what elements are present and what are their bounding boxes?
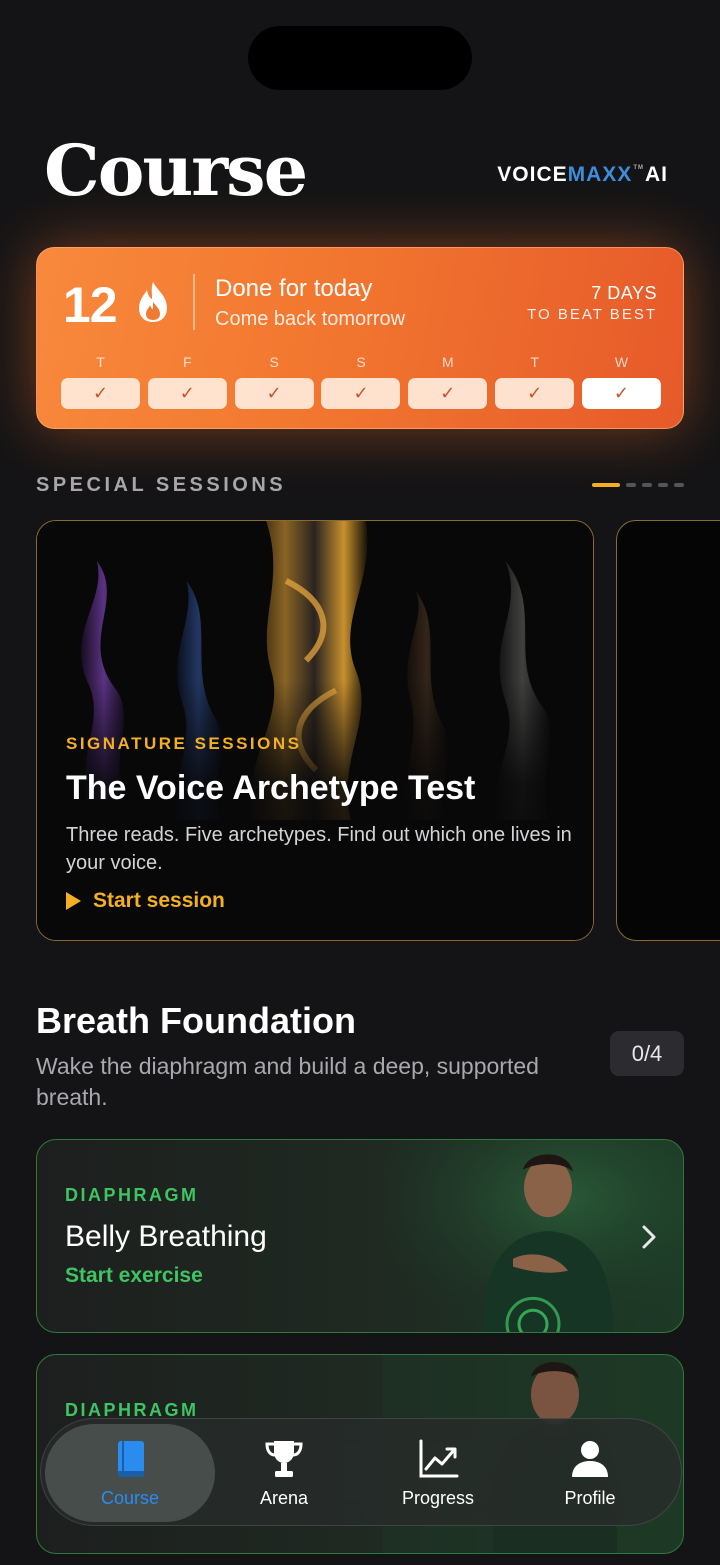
day-letter: W <box>614 354 629 370</box>
chart-icon <box>419 1439 459 1477</box>
day-item: S ✓ <box>321 354 401 409</box>
day-letter: M <box>441 354 454 370</box>
start-session-button[interactable]: Start session <box>66 889 225 913</box>
carousel-pager[interactable] <box>592 483 684 487</box>
streak-count: 12 <box>63 277 118 333</box>
module-progress-badge: 0/4 <box>610 1031 684 1076</box>
tab-label: Progress <box>401 1487 475 1508</box>
week-days: T ✓ F ✓ S ✓ S ✓ M ✓ T ✓ W ✓ <box>61 354 661 409</box>
pager-dot-active[interactable] <box>592 483 620 487</box>
tab-label: Course <box>100 1487 160 1508</box>
book-icon <box>118 1440 144 1477</box>
session-title: The Voice Archetype Test <box>66 769 476 807</box>
streak-subtitle: Come back tomorrow <box>215 308 406 330</box>
day-letter: S <box>269 354 279 370</box>
day-letter: T <box>96 354 105 370</box>
check-icon: ✓ <box>495 378 575 409</box>
check-icon: ✓ <box>581 378 661 409</box>
special-sessions-label: SPECIAL SESSIONS <box>36 474 287 496</box>
check-icon: ✓ <box>408 378 488 409</box>
pager-dot[interactable] <box>626 483 636 487</box>
pager-dot[interactable] <box>658 483 668 487</box>
exercise-image <box>383 1140 683 1332</box>
start-exercise-button[interactable]: Start exercise <box>65 1264 203 1288</box>
play-icon <box>66 892 81 910</box>
day-item: T ✓ <box>61 354 140 409</box>
exercise-kicker: DIAPHRAGM <box>65 1185 199 1205</box>
session-card-voice-archetype[interactable]: SIGNATURE SESSIONS The Voice Archetype T… <box>36 520 594 941</box>
check-icon: ✓ <box>321 378 401 409</box>
module-description: Wake the diaphragm and build a deep, sup… <box>36 1053 539 1110</box>
day-item: T ✓ <box>495 354 575 409</box>
tab-bar: Course Arena Progress Profile <box>40 1418 682 1526</box>
beat-best-days: 7 DAYS <box>591 283 657 303</box>
tab-profile[interactable]: Profile <box>515 1419 665 1527</box>
exercise-card-belly-breathing[interactable]: DIAPHRAGM Belly Breathing Start exercise <box>36 1139 684 1333</box>
streak-status: Done for today <box>215 275 373 302</box>
tab-label: Profile <box>564 1487 616 1508</box>
exercise-title: Belly Breathing <box>65 1220 267 1253</box>
page-title: Course <box>44 129 308 212</box>
check-icon: ✓ <box>234 378 314 409</box>
flame-icon <box>139 282 167 322</box>
day-item: F ✓ <box>147 354 227 409</box>
session-kicker: SIGNATURE SESSIONS <box>66 734 302 753</box>
module-title: Breath Foundation <box>36 1000 356 1041</box>
streak-divider <box>193 274 195 330</box>
check-icon: ✓ <box>61 378 140 409</box>
start-session-label: Start session <box>93 889 225 912</box>
trophy-icon <box>265 1440 303 1477</box>
day-item: M ✓ <box>408 354 488 409</box>
day-letter: S <box>356 354 366 370</box>
pager-dot[interactable] <box>674 483 684 487</box>
tab-course[interactable]: Course <box>45 1424 215 1522</box>
session-description: Three reads. Five archetypes. Find out w… <box>66 824 572 874</box>
day-letter: T <box>530 354 539 370</box>
brand-logo: VOICE MAXX TM AI <box>497 163 668 186</box>
dynamic-island <box>248 26 472 90</box>
session-card-next[interactable] <box>616 520 720 941</box>
streak-card[interactable]: 12 Done for today Come back tomorrow 7 D… <box>36 247 684 429</box>
tab-arena[interactable]: Arena <box>209 1419 359 1527</box>
tab-label: Arena <box>259 1487 309 1508</box>
chevron-right-icon <box>642 1225 656 1249</box>
day-letter: F <box>183 354 192 370</box>
check-icon: ✓ <box>147 378 227 409</box>
day-item-today: W ✓ <box>581 354 661 409</box>
person-icon <box>572 1440 608 1477</box>
pager-dot[interactable] <box>642 483 652 487</box>
day-item: S ✓ <box>234 354 314 409</box>
beat-best-label: TO BEAT BEST <box>527 306 657 323</box>
tab-progress[interactable]: Progress <box>363 1419 513 1527</box>
